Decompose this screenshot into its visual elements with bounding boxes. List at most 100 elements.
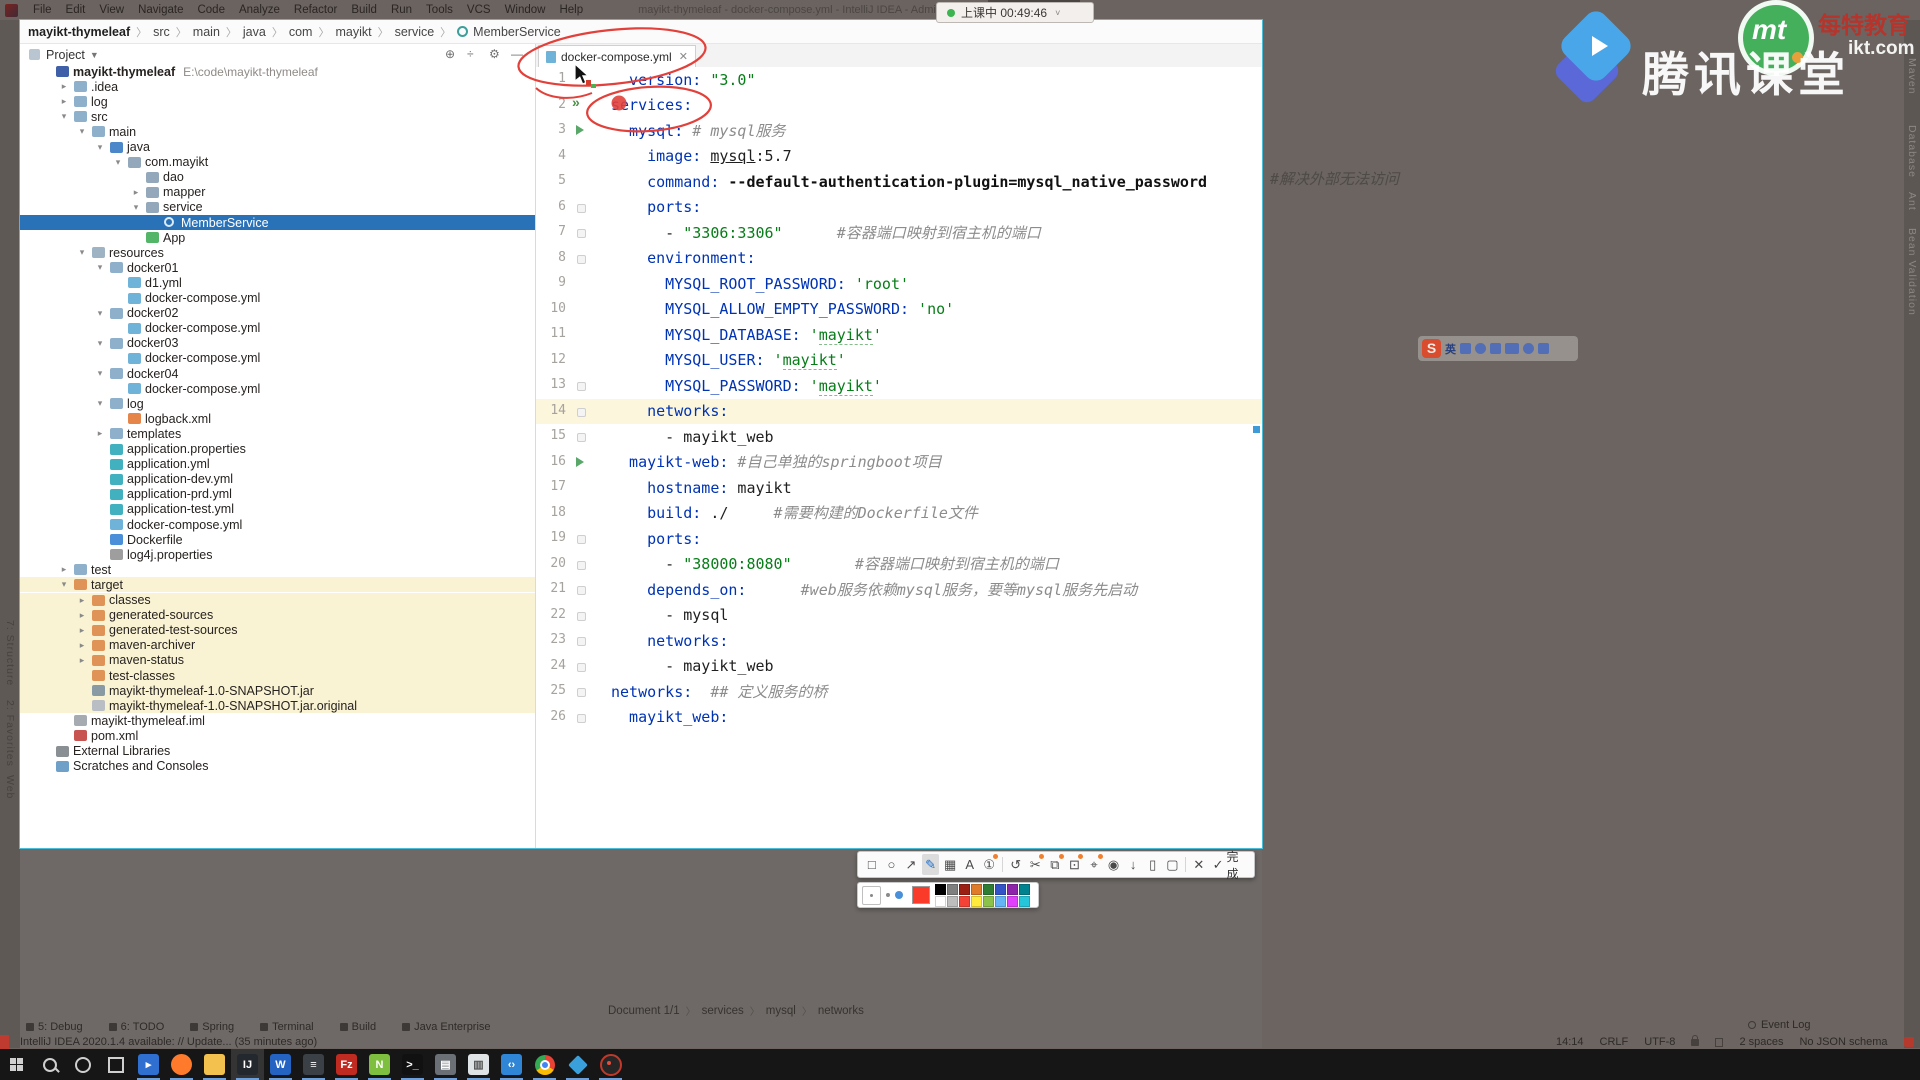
tree-row-docker-compose.yml[interactable]: docker-compose.yml [20, 381, 535, 396]
event-log-button[interactable]: Event Log [1748, 1019, 1811, 1031]
fold-marker-icon[interactable] [577, 255, 586, 264]
palette-swatch[interactable] [935, 896, 946, 907]
sogou-skin-icon[interactable] [1523, 343, 1534, 354]
right-stripe-database[interactable]: Database [1906, 125, 1918, 178]
status-line-ending[interactable]: CRLF [1600, 1036, 1629, 1048]
tree-row-Scratches and Consoles[interactable]: Scratches and Consoles [20, 759, 535, 774]
tree-row-docker-compose.yml[interactable]: docker-compose.yml [20, 517, 535, 532]
tree-row-application-prd.yml[interactable]: application-prd.yml [20, 487, 535, 502]
notepad-plus[interactable]: N [363, 1049, 396, 1080]
fold-marker-icon[interactable] [577, 586, 586, 595]
bookmark-tool[interactable]: ▢ [1164, 854, 1182, 875]
breadcrumb-item-src[interactable]: src [153, 25, 170, 39]
palette-swatch[interactable] [959, 884, 970, 895]
chevron-right-icon[interactable]: ▸ [77, 595, 87, 606]
screen-recorder[interactable] [594, 1049, 627, 1080]
ellipse-tool[interactable]: ○ [883, 854, 901, 875]
chevron-right-icon[interactable]: ▸ [95, 428, 105, 439]
project-tree[interactable]: mayikt-thymeleafE:\code\mayikt-thymeleaf… [20, 64, 535, 848]
chevron-right-icon[interactable]: ▸ [77, 625, 87, 636]
plugin-error-icon[interactable] [1904, 1037, 1914, 1047]
menu-item-analyze[interactable]: Analyze [232, 4, 287, 16]
chevron-right-icon[interactable]: ▸ [131, 187, 141, 198]
tree-row-mayikt-thymeleaf-1.0-SNAPSHOT.jar[interactable]: mayikt-thymeleaf-1.0-SNAPSHOT.jar [20, 683, 535, 698]
stroke-size-selector[interactable] [862, 886, 881, 905]
palette-swatch[interactable] [983, 896, 994, 907]
remote-desktop[interactable] [561, 1049, 594, 1080]
tree-row-generated-test-sources[interactable]: ▸generated-test-sources [20, 623, 535, 638]
tree-row-log[interactable]: ▾log [20, 396, 535, 411]
status-position[interactable]: 14:14 [1556, 1036, 1584, 1048]
left-stripe-web[interactable]: Web [4, 775, 16, 799]
tree-row-application-test.yml[interactable]: application-test.yml [20, 502, 535, 517]
tree-row-logback.xml[interactable]: logback.xml [20, 411, 535, 426]
tree-row-generated-sources[interactable]: ▸generated-sources [20, 608, 535, 623]
tree-row-docker04[interactable]: ▾docker04 [20, 366, 535, 381]
run-all-services-icon[interactable]: » [572, 94, 580, 110]
palette-swatch[interactable] [935, 884, 946, 895]
run-service-icon[interactable] [576, 457, 584, 467]
tree-row-maven-status[interactable]: ▸maven-status [20, 653, 535, 668]
menu-item-view[interactable]: View [92, 4, 131, 16]
breadcrumb-item-MemberService[interactable]: MemberService [473, 25, 561, 39]
file-explorer[interactable] [198, 1049, 231, 1080]
palette-swatch[interactable] [1007, 896, 1018, 907]
fold-marker-icon[interactable] [577, 561, 586, 570]
tree-row-Dockerfile[interactable]: Dockerfile [20, 532, 535, 547]
editor-breadcrumb-mysql[interactable]: mysql [766, 1005, 796, 1017]
menu-item-navigate[interactable]: Navigate [131, 4, 190, 16]
status-encoding[interactable]: UTF-8 [1644, 1036, 1675, 1048]
chevron-down-icon[interactable]: ▾ [95, 398, 105, 409]
palette-swatch[interactable] [971, 884, 982, 895]
project-panel-header[interactable]: Project ▼ ⊕ ÷ ⚙ — [20, 44, 535, 65]
fold-marker-icon[interactable] [577, 637, 586, 646]
tree-row-App[interactable]: App [20, 230, 535, 245]
pen-tool[interactable]: ✎ [922, 854, 940, 875]
tree-row-pom.xml[interactable]: pom.xml [20, 728, 535, 743]
lock-icon[interactable] [1691, 1039, 1699, 1046]
menu-item-tools[interactable]: Tools [419, 4, 460, 16]
save-button[interactable]: ↓ [1124, 854, 1142, 875]
fold-marker-icon[interactable] [577, 612, 586, 621]
sogou-mic-icon[interactable] [1490, 343, 1501, 354]
tree-row-classes[interactable]: ▸classes [20, 593, 535, 608]
chevron-down-icon[interactable]: ▾ [77, 126, 87, 137]
palette-swatch[interactable] [947, 884, 958, 895]
tree-row-application-dev.yml[interactable]: application-dev.yml [20, 472, 535, 487]
chevron-down-icon[interactable]: ▾ [131, 202, 141, 213]
fold-marker-icon[interactable] [577, 535, 586, 544]
palette-swatch[interactable] [971, 896, 982, 907]
menu-item-vcs[interactable]: VCS [460, 4, 498, 16]
sogou-emoji-icon[interactable] [1475, 343, 1486, 354]
chevron-down-icon[interactable]: ▾ [59, 111, 69, 122]
media-player[interactable]: ▸ [132, 1049, 165, 1080]
tree-row-test[interactable]: ▸test [20, 562, 535, 577]
palette-swatch[interactable] [959, 896, 970, 907]
cortana-button[interactable] [66, 1049, 99, 1080]
palette-swatch[interactable] [1007, 884, 1018, 895]
editor-tab-docker-compose[interactable]: docker-compose.yml ✕ [538, 45, 696, 67]
chevron-right-icon[interactable]: ▸ [59, 96, 69, 107]
chevron-down-icon[interactable]: ▾ [95, 262, 105, 273]
chevron-down-icon[interactable]: ▾ [95, 338, 105, 349]
fold-marker-icon[interactable] [577, 229, 586, 238]
menu-item-run[interactable]: Run [384, 4, 419, 16]
fold-marker-icon[interactable] [577, 382, 586, 391]
frame-icon[interactable] [1715, 1038, 1723, 1047]
chevron-right-icon[interactable]: ▸ [59, 564, 69, 575]
hide-panel-icon[interactable]: — [511, 47, 523, 61]
editor-breadcrumb-bottom[interactable]: Document 1/1〉services〉mysql〉networks [608, 1003, 864, 1018]
breadcrumb-item-mayikt-thymeleaf[interactable]: mayikt-thymeleaf [28, 25, 130, 39]
breadcrumb-item-main[interactable]: main [193, 25, 220, 39]
locate-icon[interactable]: ⊕ [445, 47, 455, 61]
sogou-logo-icon[interactable]: S [1422, 339, 1441, 358]
tree-row-target[interactable]: ▾target [20, 577, 535, 592]
vscode[interactable]: ‹› [495, 1049, 528, 1080]
tree-row-MemberService[interactable]: MemberService [20, 215, 535, 230]
copy-tool[interactable]: ⧉ [1046, 854, 1064, 875]
tree-row-resources[interactable]: ▾resources [20, 245, 535, 260]
arrow-tool[interactable]: ↗ [902, 854, 920, 875]
tool-window-button--todo[interactable]: 6: TODO [109, 1021, 165, 1033]
chevron-down-icon[interactable]: ▾ [59, 579, 69, 590]
wps-writer[interactable]: W [264, 1049, 297, 1080]
